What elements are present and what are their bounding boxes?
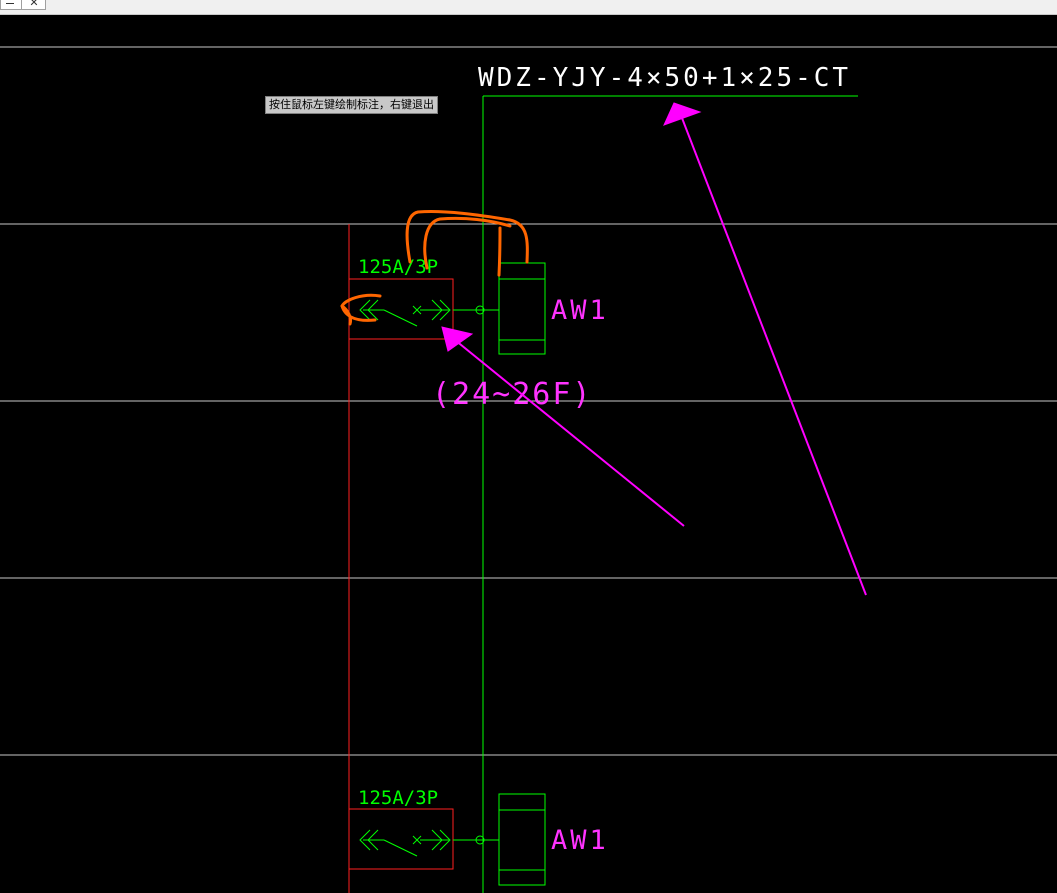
- arrow-head: [663, 102, 702, 126]
- cad-canvas[interactable]: WDZ-YJY-4×50+1×25-CT 125A/3P AW1 (24~26F…: [0, 0, 1057, 893]
- arrow-shaft: [681, 117, 867, 596]
- breaker-rating: 125A/3P: [358, 787, 438, 809]
- arrow-head: [441, 326, 474, 352]
- cable-spec-label: WDZ-YJY-4×50+1×25-CT: [478, 63, 851, 93]
- distribution-box: [498, 262, 546, 355]
- breaker-frame: [348, 278, 454, 340]
- breaker-frame: [348, 808, 454, 870]
- box-label: AW1: [551, 825, 609, 856]
- command-tooltip: 按住鼠标左键绘制标注，右键退出: [265, 96, 438, 114]
- breaker-2[interactable]: 125A/3P AW1: [348, 787, 609, 886]
- arrow-shaft: [454, 339, 685, 527]
- floor-range-label: (24~26F): [432, 377, 593, 412]
- distribution-box: [498, 793, 546, 886]
- box-label: AW1: [551, 295, 609, 326]
- breaker-symbol: [359, 299, 499, 327]
- main-bus: [482, 95, 858, 893]
- breaker-symbol: [359, 829, 499, 857]
- markup-arrows: [441, 102, 867, 596]
- breaker-1[interactable]: 125A/3P AW1: [348, 256, 609, 355]
